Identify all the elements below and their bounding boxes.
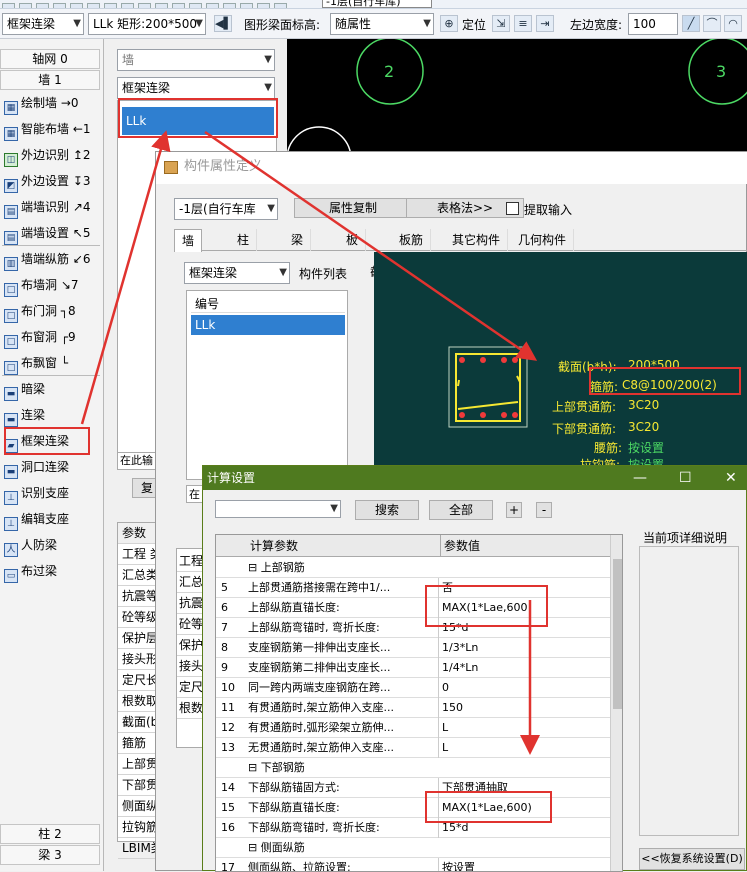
arrow-line: [80, 130, 171, 425]
arrow-line: [204, 130, 538, 361]
annotation-arrows: [80, 130, 540, 755]
